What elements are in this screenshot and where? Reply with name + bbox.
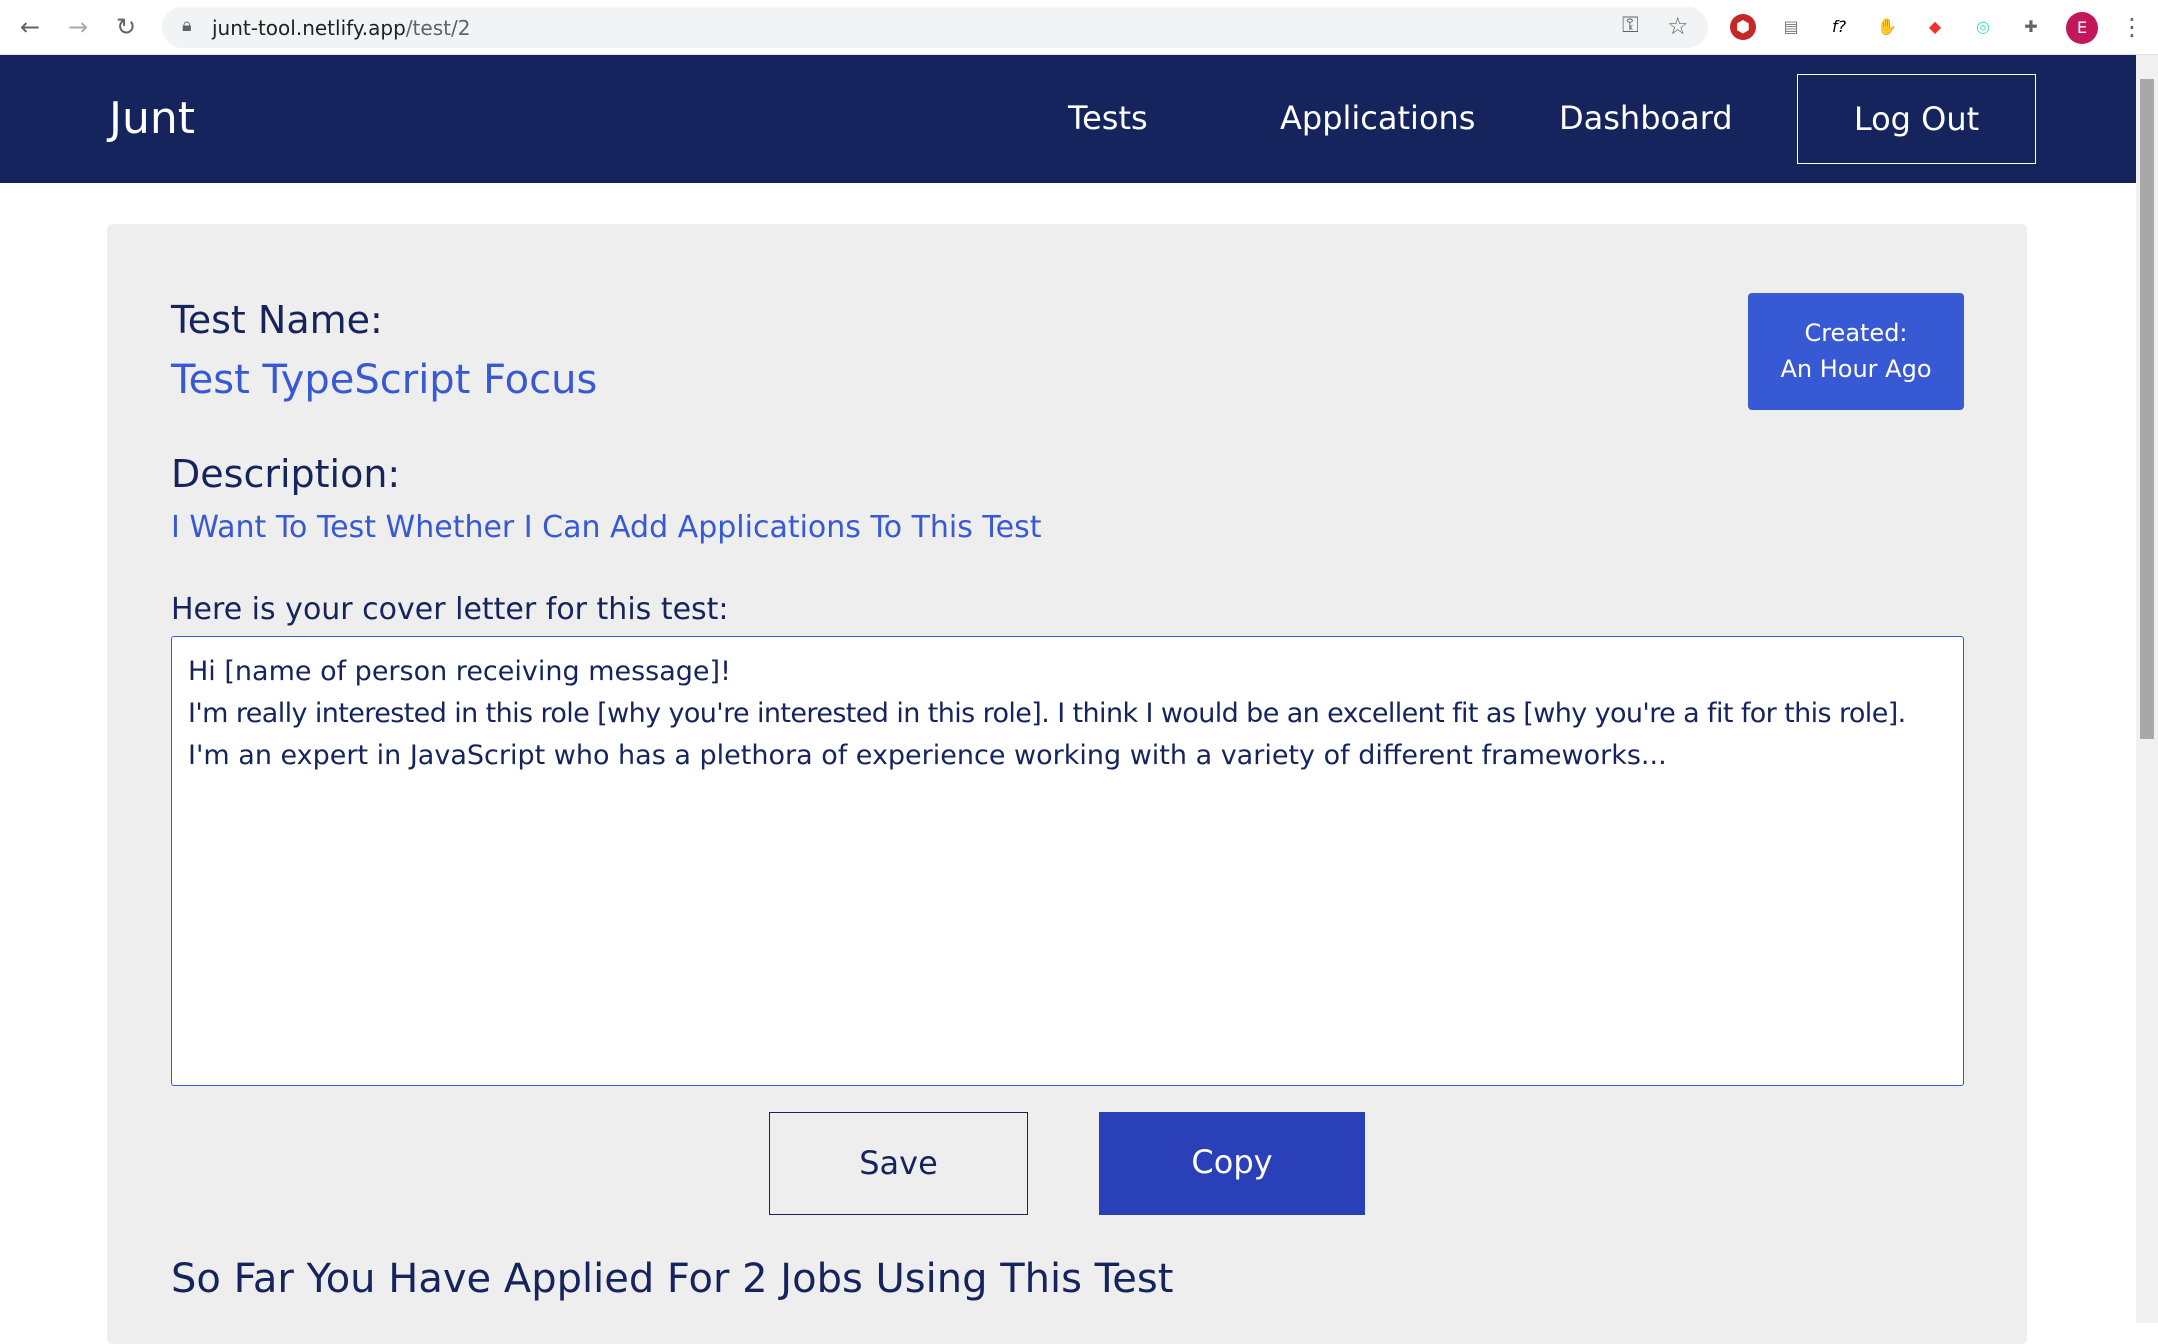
reload-icon[interactable]: ↻ bbox=[116, 12, 136, 42]
cover-line: Hi [name of person receiving message]! bbox=[188, 656, 731, 687]
test-name: Test TypeScript Focus bbox=[171, 357, 598, 403]
target-icon[interactable]: ◎ bbox=[1970, 14, 1996, 40]
nav-tests[interactable]: Tests bbox=[1068, 99, 1148, 137]
created-badge: Created: An Hour Ago bbox=[1748, 293, 1964, 410]
applied-heading: So Far You Have Applied For 2 Jobs Using… bbox=[171, 1256, 1174, 1302]
brand-logo[interactable]: Junt bbox=[109, 93, 195, 144]
created-value: An Hour Ago bbox=[1780, 355, 1932, 383]
hand-icon[interactable]: ✋ bbox=[1874, 14, 1900, 40]
created-label: Created: bbox=[1804, 319, 1908, 347]
description-label: Description: bbox=[171, 452, 401, 496]
navbar: Junt Tests Applications Dashboard Log Ou… bbox=[0, 55, 2136, 183]
profile-avatar[interactable]: E bbox=[2066, 12, 2098, 44]
description-text: I Want To Test Whether I Can Add Applica… bbox=[171, 510, 1042, 545]
cover-line: I'm an expert in JavaScript who has a pl… bbox=[188, 740, 1667, 771]
cover-letter-textarea[interactable]: Hi [name of person receiving message]! I… bbox=[171, 636, 1964, 1086]
browser-toolbar: ← → ↻ 🔒︎ junt-tool.netlify.app/test/2 ⚿ … bbox=[0, 0, 2158, 55]
star-icon[interactable]: ☆ bbox=[1667, 12, 1689, 40]
copy-button[interactable]: Copy bbox=[1099, 1112, 1365, 1215]
cover-line: I'm really interested in this role [why … bbox=[188, 698, 1906, 729]
nav-dashboard[interactable]: Dashboard bbox=[1559, 99, 1733, 137]
logout-button[interactable]: Log Out bbox=[1797, 74, 2036, 164]
lock-icon: 🔒︎ bbox=[182, 15, 192, 36]
test-name-label: Test Name: bbox=[171, 298, 383, 342]
nav-applications[interactable]: Applications bbox=[1280, 99, 1475, 137]
url-text: junt-tool.netlify.app/test/2 bbox=[212, 16, 471, 40]
cast-icon[interactable]: ▤ bbox=[1778, 14, 1804, 40]
save-button[interactable]: Save bbox=[769, 1112, 1028, 1215]
color-wheel-icon[interactable]: ◆ bbox=[1922, 14, 1948, 40]
font-icon[interactable]: f? bbox=[1826, 14, 1852, 40]
extensions-icon[interactable]: ✚ bbox=[2018, 14, 2044, 40]
menu-icon[interactable]: ⋮ bbox=[2120, 12, 2144, 42]
scrollbar-thumb[interactable] bbox=[2140, 79, 2154, 739]
address-bar[interactable]: 🔒︎ junt-tool.netlify.app/test/2 ⚿ ☆ bbox=[162, 7, 1708, 48]
cover-letter-label: Here is your cover letter for this test: bbox=[171, 592, 729, 627]
forward-icon[interactable]: → bbox=[68, 12, 88, 42]
back-icon[interactable]: ← bbox=[20, 12, 40, 42]
key-icon[interactable]: ⚿ bbox=[1622, 13, 1639, 38]
scrollbar[interactable] bbox=[2136, 55, 2158, 1323]
adblock-icon[interactable]: ⬢ bbox=[1730, 14, 1756, 40]
